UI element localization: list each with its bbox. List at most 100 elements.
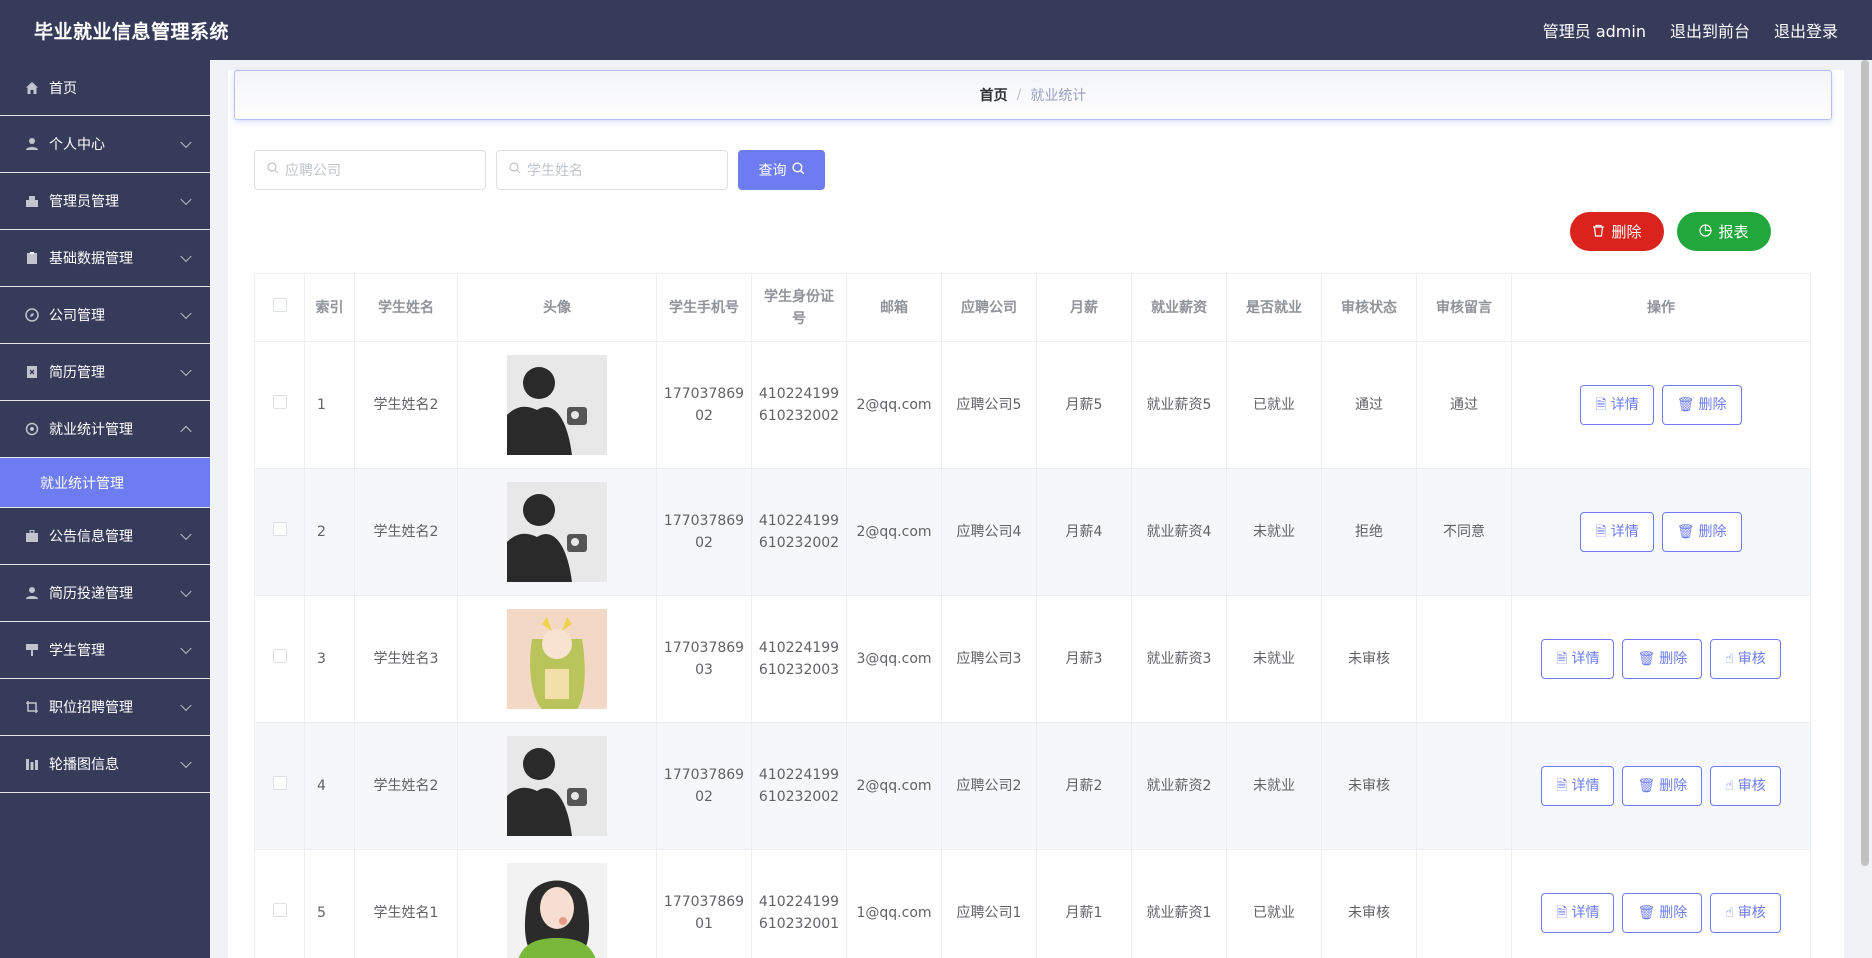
cell-email: 3@qq.com	[846, 595, 942, 723]
document-icon: 🗎	[1595, 397, 1607, 413]
delete-button[interactable]: 🗑 删除	[1622, 893, 1703, 933]
detail-label: 详情	[1571, 905, 1600, 921]
sidebar-item-carousel[interactable]: 轮播图信息	[0, 736, 210, 793]
sidebar-item-label: 职位招聘管理	[49, 700, 133, 716]
avatar	[507, 736, 607, 836]
chevron-down-icon	[180, 307, 192, 320]
cell-employed: 已就业	[1226, 341, 1322, 469]
checkbox[interactable]	[272, 522, 287, 536]
cell-emp-salary: 就业薪资4	[1131, 468, 1227, 596]
idcard-line2: 610232002	[758, 789, 840, 805]
search-icon	[509, 162, 521, 178]
detail-button[interactable]: 🗎 详情	[1580, 512, 1654, 552]
sidebar-item-resume[interactable]: 简历管理	[0, 344, 210, 401]
sidebar-item-employment-stats[interactable]: 就业统计管理	[0, 401, 210, 458]
delete-label: 删除	[1659, 778, 1688, 794]
detail-button[interactable]: 🗎 详情	[1541, 766, 1615, 806]
sidebar-item-resume-delivery[interactable]: 简历投递管理	[0, 565, 210, 622]
sidebar-item-company[interactable]: 公司管理	[0, 287, 210, 344]
phone-line2: 02	[695, 535, 713, 551]
idcard-line2: 610232002	[758, 408, 840, 424]
scrollbar-thumb[interactable]	[1861, 60, 1869, 866]
delete-button[interactable]: 🗑 删除	[1661, 385, 1742, 425]
detail-label: 详情	[1610, 397, 1639, 413]
sidebar-item-home[interactable]: 首页	[0, 60, 210, 116]
checkbox[interactable]	[272, 903, 287, 917]
header-select-all[interactable]	[254, 273, 305, 342]
table-row: 1 学生姓名2 177037869 02 410224199 610232002 2…	[254, 341, 1811, 469]
header-status: 审核状态	[1321, 273, 1417, 342]
sidebar-item-label: 简历管理	[49, 365, 105, 381]
detail-button[interactable]: 🗎 详情	[1541, 893, 1615, 933]
row-checkbox-cell	[254, 722, 305, 850]
breadcrumb-home[interactable]: 首页	[980, 85, 1008, 105]
header-idcard-line2: 号	[792, 310, 806, 327]
review-button[interactable]: ☝ 审核	[1710, 639, 1781, 679]
cell-remark: 不同意	[1416, 468, 1512, 596]
checkbox[interactable]	[272, 297, 287, 312]
admin-user-label[interactable]: 管理员 admin	[1543, 18, 1646, 42]
chevron-down-icon	[180, 136, 192, 149]
cell-phone: 177037869 03	[656, 595, 752, 723]
chart-bars-icon	[24, 756, 40, 772]
detail-button[interactable]: 🗎 详情	[1541, 639, 1615, 679]
cell-index: 5	[304, 849, 355, 958]
sidebar-item-basic-data[interactable]: 基础数据管理	[0, 230, 210, 287]
logout-link[interactable]: 退出登录	[1774, 18, 1838, 42]
company-search-input[interactable]: 应聘公司	[254, 150, 486, 190]
sidebar-item-personal-center[interactable]: 个人中心	[0, 116, 210, 173]
employment-table: 索引 学生姓名 头像 学生手机号 学生身份证号 邮箱 应聘公司 月薪 就业薪资 …	[254, 273, 1811, 958]
sidebar-item-student[interactable]: 学生管理	[0, 622, 210, 679]
review-button[interactable]: ☝ 审核	[1710, 766, 1781, 806]
cell-employed: 未就业	[1226, 595, 1322, 723]
trash-icon: 🗑	[1637, 905, 1656, 921]
phone-line2: 02	[695, 408, 713, 424]
delete-button[interactable]: 🗑 删除	[1622, 639, 1703, 679]
cell-avatar	[457, 595, 657, 723]
checkbox[interactable]	[272, 776, 287, 790]
cell-status: 未审核	[1321, 849, 1417, 958]
cell-phone: 177037869 02	[656, 722, 752, 850]
cell-ops: 🗎 详情 🗑 删除 ☝ 审核	[1511, 722, 1811, 850]
exit-to-front-link[interactable]: 退出到前台	[1670, 18, 1750, 42]
cell-salary: 月薪4	[1036, 468, 1132, 596]
company-search-placeholder: 应聘公司	[285, 163, 341, 179]
compass-icon	[24, 307, 40, 323]
delete-button[interactable]: 🗑 删除	[1622, 766, 1703, 806]
review-label: 审核	[1737, 651, 1766, 667]
row-checkbox-cell	[254, 341, 305, 469]
review-button[interactable]: ☝ 审核	[1710, 893, 1781, 933]
detail-button[interactable]: 🗎 详情	[1580, 385, 1654, 425]
sidebar-item-label: 基础数据管理	[49, 251, 133, 267]
main-area: 首页 / 就业统计 应聘公司 学生姓名 查询 删除 报表 索引 学生姓名 头像 …	[210, 60, 1862, 958]
query-button[interactable]: 查询	[738, 150, 825, 190]
cell-idcard: 410224199 610232002	[751, 468, 847, 596]
document-x-icon	[24, 364, 40, 380]
trash-icon: 🗑	[1676, 397, 1695, 413]
checkbox[interactable]	[272, 649, 287, 663]
cell-name: 学生姓名1	[354, 849, 458, 958]
header-company: 应聘公司	[941, 273, 1037, 342]
checkbox[interactable]	[272, 395, 287, 409]
sidebar-item-job-recruit[interactable]: 职位招聘管理	[0, 679, 210, 736]
sidebar-subitem-employment-stats[interactable]: 就业统计管理	[0, 458, 210, 508]
cell-status: 未审核	[1321, 722, 1417, 850]
sidebar-item-admin-management[interactable]: 管理员管理	[0, 173, 210, 230]
batch-delete-label: 删除	[1611, 223, 1642, 241]
sidebar-item-label: 轮播图信息	[49, 757, 119, 773]
sidebar-item-notice[interactable]: 公告信息管理	[0, 508, 210, 565]
idcard-line1: 410224199	[758, 767, 840, 783]
chevron-down-icon	[180, 364, 192, 377]
batch-delete-button[interactable]: 删除	[1570, 212, 1664, 251]
student-search-placeholder: 学生姓名	[527, 163, 583, 179]
detail-label: 详情	[1571, 651, 1600, 667]
idcard-line2: 610232002	[758, 535, 840, 551]
report-button[interactable]: 报表	[1677, 212, 1771, 251]
breadcrumb-separator: /	[1016, 87, 1022, 103]
header-ops: 操作	[1511, 273, 1811, 342]
delete-button[interactable]: 🗑 删除	[1661, 512, 1742, 552]
student-name-search-input[interactable]: 学生姓名	[496, 150, 728, 190]
document-icon: 🗎	[1595, 524, 1607, 540]
table-row: 5 学生姓名1 177037869 01 410224199 610232001 1…	[254, 849, 1811, 958]
trash-icon: 🗑	[1637, 778, 1656, 794]
